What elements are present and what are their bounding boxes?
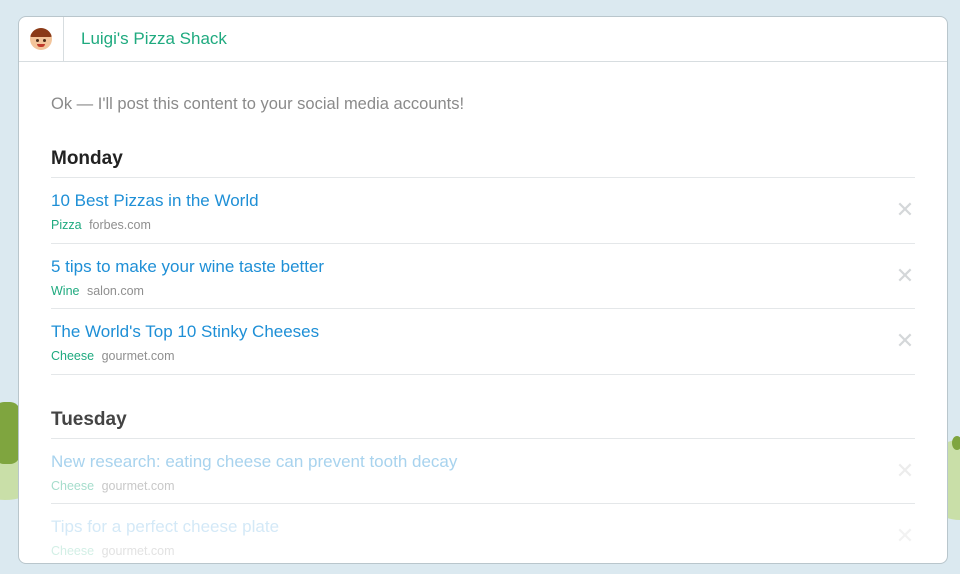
source-domain: gourmet.com (101, 544, 175, 558)
list-item: New research: eating cheese can prevent … (51, 439, 915, 504)
article-link[interactable]: New research: eating cheese can prevent … (51, 452, 915, 472)
day-title-monday: Monday (51, 148, 123, 169)
day-title-tuesday: Tuesday (51, 408, 127, 430)
topic-tag: Cheese (51, 349, 95, 363)
source-domain: forbes.com (89, 218, 151, 232)
avatar-cell[interactable] (19, 17, 64, 61)
article-link[interactable]: 10 Best Pizzas in the World (51, 191, 915, 211)
chef-avatar-icon[interactable] (30, 28, 52, 50)
content-card: Luigi's Pizza Shack Ok — I'll post this … (18, 16, 948, 564)
article-link[interactable]: Tips for a perfect cheese plate (51, 517, 915, 537)
topic-tag: Cheese (51, 478, 95, 493)
business-name: Luigi's Pizza Shack (81, 29, 227, 48)
remove-icon[interactable]: ✕ (895, 330, 915, 352)
article-meta: Cheese gourmet.com (51, 544, 915, 558)
topic-tag: Pizza (51, 218, 82, 232)
day-list-tuesday: New research: eating cheese can prevent … (51, 437, 915, 564)
article-meta: Cheese gourmet.com (51, 479, 915, 493)
background-tree-right (952, 436, 960, 450)
remove-icon[interactable]: ✕ (895, 199, 915, 221)
source-domain: gourmet.com (101, 478, 175, 493)
remove-icon[interactable]: ✕ (895, 525, 915, 547)
article-meta: Wine salon.com (51, 284, 915, 298)
background-tree-left (0, 402, 20, 464)
intro-message: Ok — I'll post this content to your soci… (51, 95, 465, 113)
card-header: Luigi's Pizza Shack (19, 17, 947, 62)
article-meta: Cheese gourmet.com (51, 349, 915, 363)
list-item: 10 Best Pizzas in the World Pizza forbes… (51, 178, 915, 244)
article-link[interactable]: 5 tips to make your wine taste better (51, 257, 915, 277)
list-item: Tips for a perfect cheese plate Cheese g… (51, 504, 915, 563)
card-body: Ok — I'll post this content to your soci… (19, 95, 947, 564)
article-meta: Pizza forbes.com (51, 218, 915, 232)
day-list-monday: 10 Best Pizzas in the World Pizza forbes… (51, 177, 915, 375)
topic-tag: Cheese (51, 544, 95, 558)
source-domain: gourmet.com (101, 349, 175, 363)
list-item: 5 tips to make your wine taste better Wi… (51, 244, 915, 309)
article-link[interactable]: The World's Top 10 Stinky Cheeses (51, 322, 915, 342)
remove-icon[interactable]: ✕ (895, 459, 915, 481)
list-item: The World's Top 10 Stinky Cheeses Cheese… (51, 309, 915, 375)
remove-icon[interactable]: ✕ (895, 264, 915, 286)
topic-tag: Wine (51, 283, 80, 298)
source-domain: salon.com (86, 283, 144, 298)
